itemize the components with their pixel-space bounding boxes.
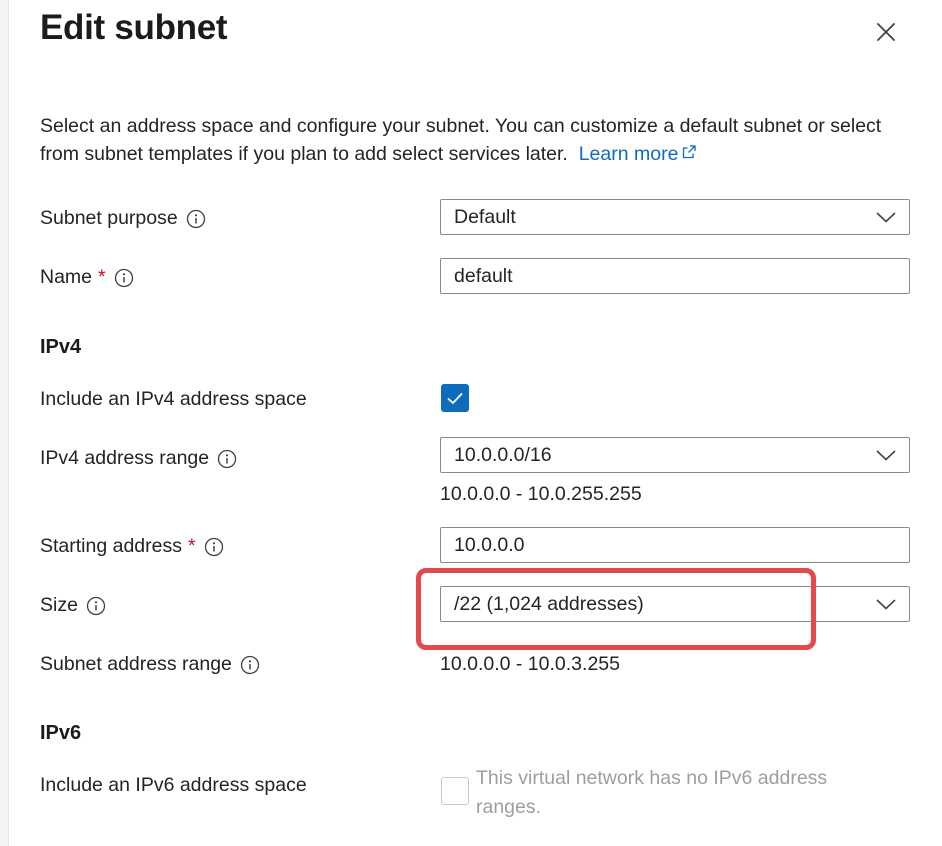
name-input[interactable]: default [440, 258, 910, 294]
learn-more-link[interactable]: Learn more [579, 143, 698, 165]
ipv4-address-range-label: IPv4 address range [40, 447, 237, 470]
name-value: default [454, 265, 513, 287]
ipv6-section-title: IPv6 [40, 722, 82, 744]
panel-description: Select an address space and configure yo… [40, 112, 900, 168]
ipv4-range-span: 10.0.0.0 - 10.0.255.255 [440, 483, 642, 505]
subnet-address-range-label: Subnet address range [40, 653, 260, 676]
description-text: Select an address space and configure yo… [40, 115, 882, 165]
include-ipv6-checkbox[interactable] [441, 777, 469, 805]
subnet-purpose-label: Subnet purpose [40, 207, 206, 230]
ipv4-address-range-select[interactable]: 10.0.0.0/16 [440, 437, 910, 473]
panel-title: Edit subnet [40, 8, 228, 47]
info-icon[interactable] [204, 537, 224, 557]
checkmark-icon [447, 392, 463, 405]
ipv4-address-range-value: 10.0.0.0/16 [454, 444, 552, 466]
ipv4-section-title: IPv4 [40, 336, 82, 358]
info-icon[interactable] [114, 268, 134, 288]
subnet-purpose-value: Default [454, 206, 516, 228]
chevron-down-icon [876, 599, 896, 610]
include-ipv4-label: Include an IPv4 address space [40, 388, 307, 410]
name-label: Name * [40, 266, 134, 289]
subnet-purpose-select[interactable]: Default [440, 199, 910, 235]
starting-address-value: 10.0.0.0 [454, 534, 525, 556]
size-select[interactable]: /22 (1,024 addresses) [440, 586, 910, 622]
size-label: Size [40, 594, 106, 617]
external-link-icon [683, 145, 697, 159]
info-icon[interactable] [86, 596, 106, 616]
chevron-down-icon [876, 450, 896, 461]
close-icon [877, 23, 895, 41]
ipv6-disabled-note: This virtual network has no IPv6 address… [476, 767, 828, 818]
size-value: /22 (1,024 addresses) [454, 593, 644, 615]
left-gutter [0, 0, 9, 846]
close-button[interactable] [870, 16, 902, 48]
include-ipv6-label: Include an IPv6 address space [40, 774, 307, 796]
starting-address-input[interactable]: 10.0.0.0 [440, 527, 910, 563]
required-indicator: * [98, 266, 106, 288]
include-ipv4-checkbox[interactable] [441, 384, 469, 412]
info-icon[interactable] [186, 209, 206, 229]
required-indicator: * [188, 535, 196, 557]
subnet-address-range-value: 10.0.0.0 - 10.0.3.255 [440, 653, 620, 675]
chevron-down-icon [876, 212, 896, 223]
info-icon[interactable] [217, 449, 237, 469]
info-icon[interactable] [240, 655, 260, 675]
starting-address-label: Starting address * [40, 535, 224, 558]
